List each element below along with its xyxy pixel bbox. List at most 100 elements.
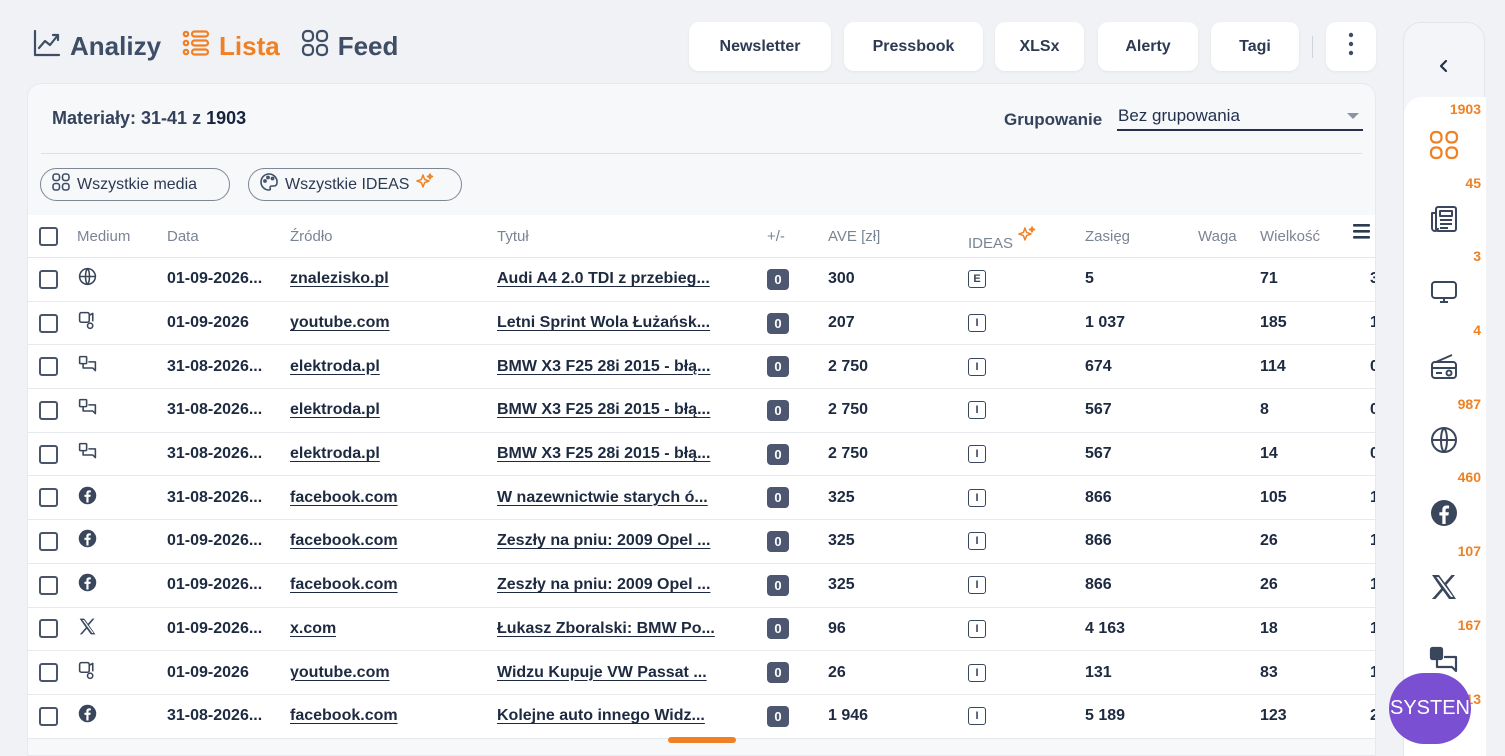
row-source-link[interactable]: facebook.com xyxy=(290,520,398,563)
ideas-category-badge[interactable]: E xyxy=(968,270,986,289)
media-filter-web-globe[interactable] xyxy=(1428,424,1460,456)
row-title-link[interactable]: Łukasz Zboralski: BMW Po... xyxy=(497,608,733,651)
row-checkbox[interactable] xyxy=(39,269,58,289)
tab-analizy[interactable]: Analizy xyxy=(32,28,161,65)
columns-menu-button[interactable] xyxy=(1353,224,1370,243)
row-checkbox[interactable] xyxy=(39,444,58,464)
row-source-link[interactable]: x.com xyxy=(290,608,336,651)
row-checkbox[interactable] xyxy=(39,575,58,595)
row-source-link[interactable]: elektroda.pl xyxy=(290,345,380,388)
ideas-category-badge[interactable]: I xyxy=(968,401,986,420)
row-ave: 325 xyxy=(828,576,855,594)
row-title-link[interactable]: Kolejne auto innego Widz... xyxy=(497,695,733,738)
row-title-link[interactable]: BMW X3 F25 28i 2015 - błą... xyxy=(497,389,733,432)
filter-all-ideas[interactable]: Wszystkie IDEAS xyxy=(248,168,462,201)
row-title-link[interactable]: Zeszły na pniu: 2009 Opel ... xyxy=(497,564,733,607)
table-row[interactable]: 01-09-2026... facebook.com Zeszły na pniu:… xyxy=(28,520,1375,564)
row-checkbox[interactable] xyxy=(39,313,58,333)
newsletter-button[interactable]: Newsletter xyxy=(689,22,831,71)
ideas-category-badge[interactable]: I xyxy=(968,357,986,376)
select-all-checkbox[interactable] xyxy=(39,226,58,246)
tab-feed-label: Feed xyxy=(337,31,399,61)
xlsx-button[interactable]: XLSx xyxy=(995,22,1084,71)
pressbook-button[interactable]: Pressbook xyxy=(844,22,983,71)
row-ave: 1 946 xyxy=(828,707,869,725)
row-source-link[interactable]: elektroda.pl xyxy=(290,433,380,476)
row-title-link[interactable]: BMW X3 F25 28i 2015 - błą... xyxy=(497,345,733,388)
row-source-link[interactable]: facebook.com xyxy=(290,695,398,738)
table-row[interactable]: 31-08-2026... elektroda.pl BMW X3 F25 28i … xyxy=(28,433,1375,477)
tab-lista[interactable]: Lista xyxy=(181,28,280,65)
media-filter-press[interactable] xyxy=(1428,203,1460,235)
table-row[interactable]: 01-09-2026... facebook.com Zeszły na pniu:… xyxy=(28,564,1375,608)
row-title-link[interactable]: W nazewnictwie starych ó... xyxy=(497,476,733,519)
ideas-category-badge[interactable]: I xyxy=(968,488,986,507)
tagi-button[interactable]: Tagi xyxy=(1211,22,1299,71)
row-source-link[interactable]: znalezisko.pl xyxy=(290,258,389,301)
row-title-link[interactable]: Audi A4 2.0 TDI z przebieg... xyxy=(497,258,733,301)
row-source-link[interactable]: youtube.com xyxy=(290,651,390,694)
row-title-link[interactable]: Widzu Kupuje VW Passat ... xyxy=(497,651,733,694)
row-checkbox[interactable] xyxy=(39,531,58,551)
col-zasieg[interactable]: Zasięg xyxy=(1085,228,1130,245)
row-plusminus: 0 xyxy=(767,389,789,432)
row-source-link[interactable]: facebook.com xyxy=(290,564,398,607)
row-source-link[interactable]: facebook.com xyxy=(290,476,398,519)
row-checkbox[interactable] xyxy=(39,488,58,508)
table-row[interactable]: 31-08-2026... elektroda.pl BMW X3 F25 28i … xyxy=(28,389,1375,433)
ideas-category-badge[interactable]: I xyxy=(968,445,986,464)
plusminus-badge: 0 xyxy=(767,356,789,378)
ideas-category-badge[interactable]: I xyxy=(968,532,986,551)
media-filter-x[interactable] xyxy=(1428,571,1460,603)
ideas-category-badge[interactable]: I xyxy=(968,576,986,595)
row-checkbox[interactable] xyxy=(39,357,58,377)
row-plusminus: 0 xyxy=(767,695,789,738)
more-vertical-icon xyxy=(1348,32,1354,61)
more-button[interactable] xyxy=(1326,22,1376,71)
tab-feed[interactable]: Feed xyxy=(300,28,399,65)
filter-all-media[interactable]: Wszystkie media xyxy=(40,168,230,201)
grouping-select[interactable]: Bez grupowania xyxy=(1117,103,1363,131)
row-source-link[interactable]: elektroda.pl xyxy=(290,389,380,432)
system-chat-button[interactable]: SYSTEN xyxy=(1389,673,1471,744)
table-row[interactable]: 01-09-2026... znalezisko.pl Audi A4 2.0 TD… xyxy=(28,258,1375,302)
collapse-sidebar-button[interactable] xyxy=(1433,55,1455,77)
ideas-category-badge[interactable]: I xyxy=(968,619,986,638)
ideas-category-badge[interactable]: I xyxy=(968,314,986,333)
ideas-category-badge[interactable]: I xyxy=(968,663,986,682)
table-row[interactable]: 31-08-2026... facebook.com Kolejne auto in… xyxy=(28,695,1375,739)
table-header: Medium Data Źródło Tytuł +/- AVE [zł] ID… xyxy=(28,215,1375,258)
media-filter-all-media-grid[interactable] xyxy=(1428,129,1460,161)
row-checkbox[interactable] xyxy=(39,663,58,683)
col-ave[interactable]: AVE [zł] xyxy=(828,228,880,245)
row-source-link[interactable]: youtube.com xyxy=(290,302,390,345)
row-extra-col: 1 xyxy=(1370,564,1375,607)
media-filter-tv[interactable] xyxy=(1428,276,1460,308)
ideas-category-badge[interactable]: I xyxy=(968,707,986,726)
row-checkbox[interactable] xyxy=(39,619,58,639)
table-row[interactable]: 31-08-2026... facebook.com W nazewnictwie … xyxy=(28,476,1375,521)
col-tytul[interactable]: Tytuł xyxy=(497,228,529,245)
materials-table: Medium Data Źródło Tytuł +/- AVE [zł] ID… xyxy=(28,215,1375,739)
row-title-link[interactable]: Letni Sprint Wola Łużańsk... xyxy=(497,302,733,345)
row-checkbox[interactable] xyxy=(39,706,58,726)
table-row[interactable]: 01-09-2026... x.com Łukasz Zboralski: BMW … xyxy=(28,608,1375,652)
media-filter-radio[interactable] xyxy=(1428,350,1460,382)
col-ideas[interactable]: IDEAS xyxy=(968,226,1037,252)
col-medium[interactable]: Medium xyxy=(77,228,130,245)
row-title-link[interactable]: BMW X3 F25 28i 2015 - błą... xyxy=(497,433,733,476)
col-zrodlo[interactable]: Źródło xyxy=(290,228,333,245)
alerty-button[interactable]: Alerty xyxy=(1098,22,1198,71)
media-filter-facebook[interactable] xyxy=(1428,497,1460,529)
col-data[interactable]: Data xyxy=(167,228,199,245)
table-row[interactable]: 31-08-2026... elektroda.pl BMW X3 F25 28i … xyxy=(28,345,1375,390)
col-wielkosc[interactable]: Wielkość xyxy=(1260,228,1320,245)
col-plusminus[interactable]: +/- xyxy=(767,228,785,245)
row-title-link[interactable]: Zeszły na pniu: 2009 Opel ... xyxy=(497,520,733,563)
row-checkbox[interactable] xyxy=(39,400,58,420)
table-row[interactable]: 01-09-2026 youtube.com Widzu Kupuje VW Pas… xyxy=(28,651,1375,695)
horizontal-scrollbar[interactable] xyxy=(668,737,736,743)
col-waga[interactable]: Waga xyxy=(1198,228,1237,245)
row-medium xyxy=(77,695,98,738)
table-row[interactable]: 01-09-2026 youtube.com Letni Sprint Wola Ł… xyxy=(28,302,1375,346)
